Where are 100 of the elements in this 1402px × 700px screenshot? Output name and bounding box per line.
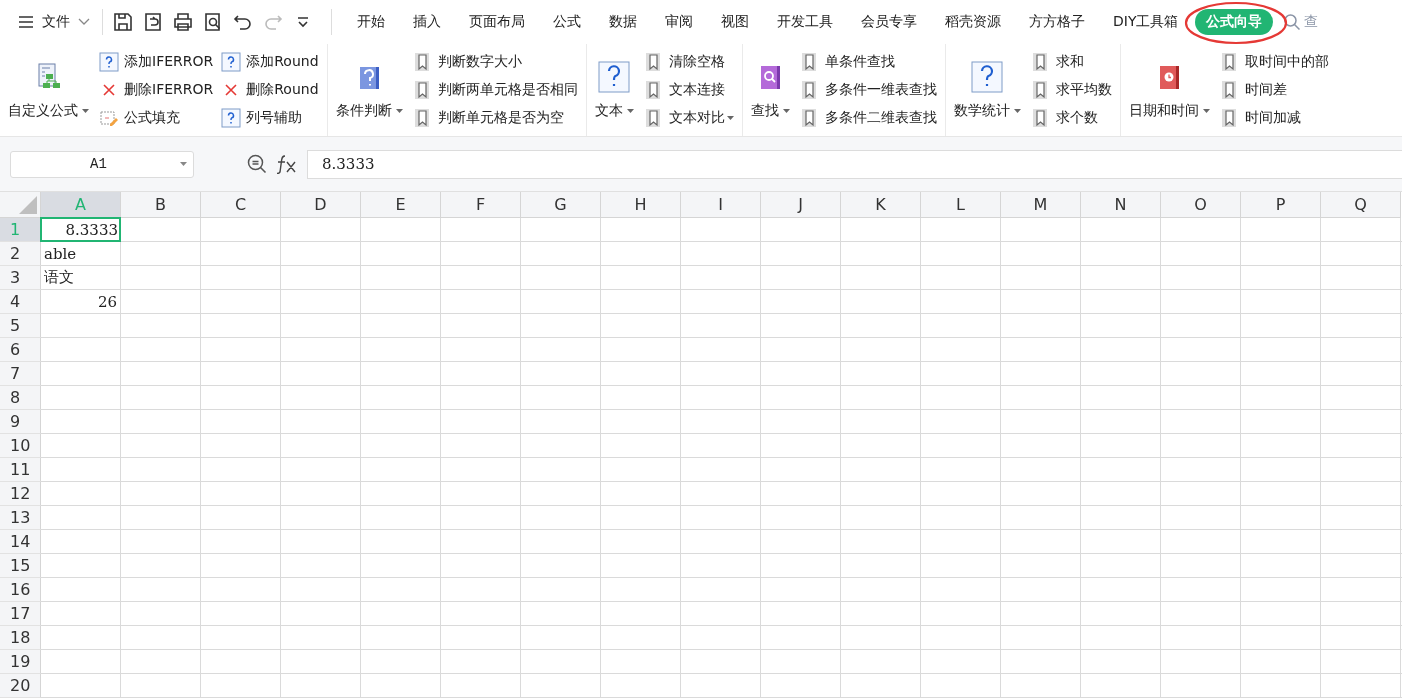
- column-header[interactable]: K: [841, 192, 921, 218]
- ribbon-item[interactable]: 判断数字大小: [412, 49, 578, 75]
- ribbon-item[interactable]: 文本对比: [643, 105, 734, 131]
- ribbon-tab[interactable]: 开始: [346, 9, 396, 35]
- column-header[interactable]: M: [1001, 192, 1081, 218]
- ribbon-item[interactable]: 取时间中的部: [1219, 49, 1329, 75]
- column-header[interactable]: N: [1081, 192, 1161, 218]
- ribbon-tab[interactable]: 页面布局: [458, 9, 536, 35]
- ribbon-button[interactable]: 文本: [592, 48, 636, 132]
- ribbon-item[interactable]: 求和: [1030, 49, 1112, 75]
- help-icon: [221, 108, 242, 128]
- row-header[interactable]: 15: [0, 554, 41, 578]
- row-header[interactable]: 20: [0, 674, 41, 698]
- caret-icon: [82, 109, 89, 113]
- row-header[interactable]: 9: [0, 410, 41, 434]
- ribbon-item[interactable]: 时间加减: [1219, 105, 1329, 131]
- row-header[interactable]: 6: [0, 338, 41, 362]
- column-header[interactable]: D: [281, 192, 361, 218]
- pencil-icon: [99, 108, 119, 128]
- row-header[interactable]: 2: [0, 242, 41, 266]
- ribbon-button[interactable]: 日期和时间: [1126, 48, 1212, 132]
- column-header[interactable]: Q: [1321, 192, 1401, 218]
- ribbon-item[interactable]: 添加Round: [221, 49, 319, 75]
- ribbon-tab[interactable]: 插入: [402, 9, 452, 35]
- row-header[interactable]: 18: [0, 626, 41, 650]
- help-icon: [99, 52, 119, 72]
- ribbon-tab[interactable]: 稻壳资源: [934, 9, 1012, 35]
- table-cell-text: 26: [96, 291, 118, 313]
- column-header[interactable]: J: [761, 192, 841, 218]
- ribbon-item[interactable]: 公式填充: [99, 105, 214, 131]
- row-header[interactable]: 4: [0, 290, 41, 314]
- caret-icon: [1202, 109, 1210, 113]
- row-header[interactable]: 5: [0, 314, 41, 338]
- ribbon-item[interactable]: 文本连接: [643, 77, 734, 103]
- row-header[interactable]: 11: [0, 458, 41, 482]
- help-icon: [970, 60, 1005, 94]
- caret-icon: [395, 109, 403, 113]
- row-header[interactable]: 7: [0, 362, 41, 386]
- ribbon-item[interactable]: 时间差: [1219, 77, 1329, 103]
- file-menu[interactable]: 文件: [16, 9, 92, 35]
- column-header[interactable]: I: [681, 192, 761, 218]
- row-header[interactable]: 8: [0, 386, 41, 410]
- zoom-icon[interactable]: [246, 153, 268, 175]
- ribbon-tab[interactable]: 视图: [710, 9, 760, 35]
- column-header[interactable]: H: [601, 192, 681, 218]
- column-header[interactable]: C: [201, 192, 281, 218]
- ribbon-item[interactable]: 求个数: [1030, 105, 1112, 131]
- row-header[interactable]: 3: [0, 266, 41, 290]
- caret-icon: [1013, 109, 1021, 113]
- column-header[interactable]: E: [361, 192, 441, 218]
- table-cell-text: 语文: [43, 267, 75, 288]
- help-icon: [221, 52, 242, 72]
- column-header[interactable]: L: [921, 192, 1001, 218]
- ribbon-item[interactable]: 删除IFERROR: [99, 77, 214, 103]
- ribbon-item[interactable]: 多条件一维表查找: [799, 77, 937, 103]
- column-header[interactable]: G: [521, 192, 601, 218]
- chevron-icon: [78, 18, 90, 26]
- row-header[interactable]: 10: [0, 434, 41, 458]
- ribbon-item[interactable]: 添加IFERROR: [99, 49, 214, 75]
- row-header[interactable]: 13: [0, 506, 41, 530]
- ribbon-item[interactable]: 清除空格: [643, 49, 734, 75]
- print-icon[interactable]: [171, 10, 195, 34]
- ribbon-tab[interactable]: 数据: [598, 9, 648, 35]
- search-icon[interactable]: [1283, 13, 1302, 31]
- column-header[interactable]: P: [1241, 192, 1321, 218]
- ribbon-tab[interactable]: DIY工具箱: [1102, 9, 1190, 35]
- function-icon[interactable]: [276, 154, 298, 174]
- table-cell: 8.3333: [40, 217, 121, 242]
- ribbon-button[interactable]: 查找: [748, 48, 792, 132]
- row-header[interactable]: 17: [0, 602, 41, 626]
- ribbon-item[interactable]: 求平均数: [1030, 77, 1112, 103]
- ribbon-item[interactable]: 多条件二维表查找: [799, 105, 937, 131]
- ribbon-button[interactable]: 条件判断: [333, 48, 405, 132]
- table-cell-text: able: [43, 243, 78, 265]
- ribbon-tab[interactable]: 会员专享: [850, 9, 928, 35]
- ribbon-button[interactable]: 自定义公式: [6, 48, 91, 132]
- ribbon-tab[interactable]: 方方格子: [1018, 9, 1096, 35]
- ribbon-tab[interactable]: 公式: [542, 9, 592, 35]
- formula-field[interactable]: 8.3333: [307, 149, 1402, 179]
- row-header[interactable]: 19: [0, 650, 41, 674]
- ribbon-item[interactable]: 判断单元格是否为空: [412, 105, 578, 131]
- name-box[interactable]: A1: [10, 150, 194, 178]
- row-header[interactable]: 16: [0, 578, 41, 602]
- help-icon: [597, 60, 632, 94]
- row-header[interactable]: 14: [0, 530, 41, 554]
- ribbon-item[interactable]: 删除Round: [221, 77, 319, 103]
- ribbon-item[interactable]: 判断两单元格是否相同: [412, 77, 578, 103]
- column-header[interactable]: B: [121, 192, 201, 218]
- caret-icon: [626, 109, 634, 113]
- ribbon-button[interactable]: 数学统计: [951, 48, 1023, 132]
- caret-icon: [726, 116, 734, 120]
- row-header[interactable]: 12: [0, 482, 41, 506]
- menu-icon: [18, 15, 34, 29]
- ribbon-tab[interactable]: 开发工具: [766, 9, 844, 35]
- save-icon[interactable]: [111, 10, 135, 34]
- column-header[interactable]: F: [441, 192, 521, 218]
- ribbon-item[interactable]: 列号辅助: [221, 105, 319, 131]
- ribbon-item[interactable]: 单条件查找: [799, 49, 937, 75]
- column-header[interactable]: O: [1161, 192, 1241, 218]
- ribbon-tab[interactable]: 审阅: [654, 9, 704, 35]
